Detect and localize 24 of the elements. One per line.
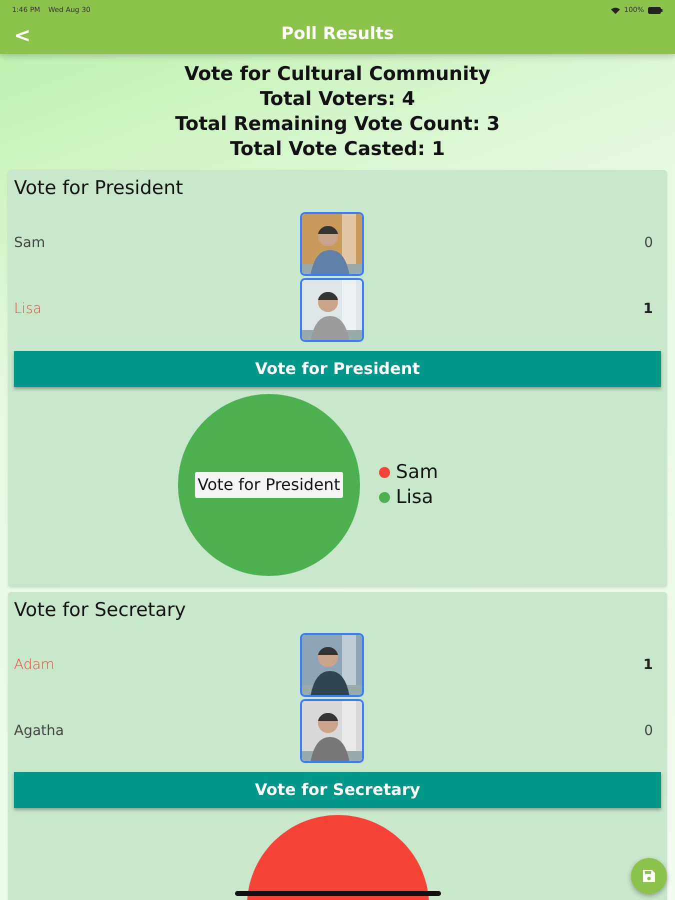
section-title: Vote for Secretary	[14, 598, 187, 622]
candidate-name: Sam	[14, 234, 46, 253]
page-title: Poll Results	[281, 23, 394, 46]
candidate-name: Adam	[14, 656, 54, 674]
poll-stat: Total Vote Casted: 1	[229, 137, 446, 162]
legend-label: Sam	[396, 460, 438, 484]
vote-button[interactable]: Vote for President	[14, 350, 661, 386]
poll-stat: Total Remaining Vote Count: 3	[174, 112, 501, 137]
candidate-name: Agatha	[14, 722, 64, 740]
chart-title: Vote for President	[194, 472, 344, 498]
vote-count: 0	[644, 234, 654, 253]
vote-button[interactable]: Vote for Secretary	[14, 772, 661, 808]
poll-stat: Total Voters: 4	[258, 87, 416, 112]
legend-label: Lisa	[396, 484, 434, 510]
battery-icon	[648, 6, 663, 14]
vote-count: 1	[643, 656, 654, 674]
poll-title: Vote for Cultural Community	[183, 62, 492, 87]
section-title: Vote for President	[14, 176, 184, 201]
wifi-icon	[610, 6, 620, 14]
back-button[interactable]: <	[0, 25, 45, 45]
save-icon	[642, 869, 656, 883]
vote-count: 1	[643, 300, 654, 319]
vote-count: 0	[644, 722, 654, 740]
candidate-name: Lisa	[14, 300, 42, 319]
